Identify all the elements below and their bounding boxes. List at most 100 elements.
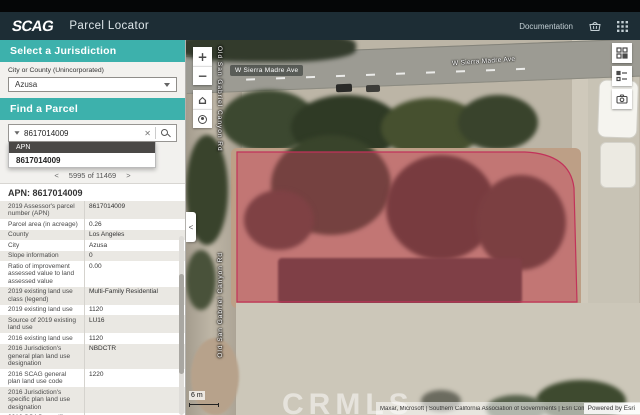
attribute-label: 2016 SCAG general plan land use code (0, 369, 84, 387)
scrollbar-thumb[interactable] (179, 274, 184, 374)
table-row: Slope information 0 (0, 251, 185, 262)
jurisdiction-select[interactable]: Azusa (8, 77, 177, 92)
attribute-label: Source of 2019 existing land use (0, 315, 84, 333)
suggestion-item[interactable]: 8617014009 (9, 153, 155, 167)
search-type-dropdown-icon[interactable] (14, 131, 19, 134)
header-actions: Documentation (519, 20, 628, 32)
attribute-value: NBDCTR (84, 344, 185, 370)
attribute-value: 1120 (84, 305, 185, 316)
attribute-value (84, 387, 185, 413)
street-label-sierra-madre: W Sierra Madre Ave (230, 65, 303, 76)
attribute-label: County (0, 230, 84, 241)
documentation-link[interactable]: Documentation (519, 22, 573, 31)
home-button[interactable]: ⌂ (193, 90, 212, 109)
jurisdiction-section-header: Select a Jurisdiction (0, 40, 185, 62)
find-parcel-body: ✕ APN 8617014009 <5995 of 11469 > (0, 120, 185, 183)
attribute-value: 1120 (84, 333, 185, 344)
nav-controls: ⌂ (193, 90, 212, 128)
camera-icon (616, 93, 628, 105)
map-attribution: Maxar, Microsoft | Southern California A… (376, 402, 640, 415)
table-row: 2016 existing land use 1120 (0, 333, 185, 344)
sidebar: Select a Jurisdiction City or County (Un… (0, 40, 186, 415)
search-icon[interactable] (161, 129, 168, 136)
map-tool-buttons (612, 43, 632, 109)
attribute-value: 1220 (84, 369, 185, 387)
scale-line (189, 403, 219, 407)
attribute-label: Ratio of improvement assessed value to l… (0, 261, 84, 287)
jurisdiction-field-label: City or County (Unincorporated) (8, 67, 177, 74)
basemap-grid-icon (616, 47, 628, 59)
table-row: 2019 existing land use class (legend) Mu… (0, 287, 185, 305)
scale-metric: 6 m (189, 391, 205, 400)
powered-by-esri[interactable]: Powered by Esri (584, 403, 640, 414)
attribute-value: Los Angeles (84, 230, 185, 241)
map-canvas[interactable]: Old San Gabriel Canyon Rd Old San Gabrie… (186, 40, 640, 415)
parcel-attributes-title: APN: 8617014009 (0, 183, 185, 201)
selected-parcel-polygon[interactable] (186, 40, 639, 415)
attribute-value: 8617014009 (84, 201, 185, 219)
attribute-value: 0.00 (84, 261, 185, 287)
parcel-search-box: ✕ (8, 124, 177, 142)
zoom-out-button[interactable]: − (193, 66, 212, 85)
attribute-label: 2019 existing land use class (legend) (0, 287, 84, 305)
table-row: County Los Angeles (0, 230, 185, 241)
basket-icon[interactable] (588, 20, 602, 32)
attribute-label: 2016 existing land use (0, 333, 84, 344)
chevron-down-icon (164, 83, 170, 87)
suggestion-group-label: APN (9, 142, 155, 153)
attribute-value: Azusa (84, 240, 185, 251)
attribute-value: 0.26 (84, 219, 185, 230)
parcel-search-input[interactable] (24, 129, 140, 138)
prev-result-button[interactable]: < (54, 171, 58, 180)
table-row: 2019 existing land use 1120 (0, 305, 185, 316)
table-row: Parcel area (in acreage) 0.26 (0, 219, 185, 230)
sidebar-scrollbar[interactable] (179, 236, 184, 415)
locate-button[interactable] (193, 109, 212, 128)
sidebar-collapse-handle[interactable]: < (186, 212, 196, 242)
attribute-label: Slope information (0, 251, 84, 262)
parcel-attributes-table: 2019 Assessor's parcel number (APN) 8617… (0, 201, 185, 415)
basemap-gallery-button[interactable] (612, 43, 632, 63)
table-row: 2016 Jurisdiction's specific plan land u… (0, 387, 185, 413)
attribute-label: 2019 existing land use (0, 305, 84, 316)
table-row: 2016 Jurisdiction's general plan land us… (0, 344, 185, 370)
jurisdiction-body: City or County (Unincorporated) Azusa (0, 62, 185, 98)
clear-search-icon[interactable]: ✕ (144, 129, 151, 138)
locate-icon (198, 115, 207, 124)
attribute-value: Multi-Family Residential (84, 287, 185, 305)
chevron-left-icon: < (189, 223, 194, 232)
scale-bar: 6 m 30 ft (189, 384, 219, 415)
search-divider (155, 127, 156, 139)
jurisdiction-selected-value: Azusa (15, 80, 37, 89)
find-parcel-section-header: Find a Parcel (0, 98, 185, 120)
zoom-controls: + − (193, 47, 212, 85)
pagination-counter: 5995 of 11469 (69, 171, 116, 180)
search-suggestion-panel: APN 8617014009 (8, 142, 156, 168)
table-row: 2019 Assessor's parcel number (APN) 8617… (0, 201, 185, 219)
legend-button[interactable] (612, 66, 632, 86)
apps-grid-icon[interactable] (617, 21, 628, 32)
attribute-label: 2016 Jurisdiction's general plan land us… (0, 344, 84, 370)
attribute-label: City (0, 240, 84, 251)
next-result-button[interactable]: > (126, 171, 130, 180)
app-header: SCAG Parcel Locator Documentation (0, 12, 640, 40)
attribution-text: Maxar, Microsoft | Southern California A… (376, 406, 584, 412)
app-window: SCAG Parcel Locator Documentation Select… (0, 0, 640, 415)
street-label-canyon-rd-lower: Old San Gabriel Canyon Rd (217, 252, 224, 358)
app-title: Parcel Locator (69, 20, 149, 32)
table-row: Ratio of improvement assessed value to l… (0, 261, 185, 287)
table-row: 2016 SCAG general plan land use code 122… (0, 369, 185, 387)
zoom-in-button[interactable]: + (193, 47, 212, 66)
result-pagination: <5995 of 11469 > (8, 168, 177, 183)
screenshot-button[interactable] (612, 89, 632, 109)
attribute-value: LU16 (84, 315, 185, 333)
street-label-canyon-rd-upper: Old San Gabriel Canyon Rd (216, 46, 223, 152)
legend-icon (616, 70, 628, 82)
letterbox-strip (0, 0, 640, 12)
scag-logo: SCAG (11, 18, 55, 35)
table-row: Source of 2019 existing land use LU16 (0, 315, 185, 333)
table-row: City Azusa (0, 240, 185, 251)
attribute-label: 2019 Assessor's parcel number (APN) (0, 201, 84, 219)
attribute-value: 0 (84, 251, 185, 262)
attribute-label: 2016 Jurisdiction's specific plan land u… (0, 387, 84, 413)
